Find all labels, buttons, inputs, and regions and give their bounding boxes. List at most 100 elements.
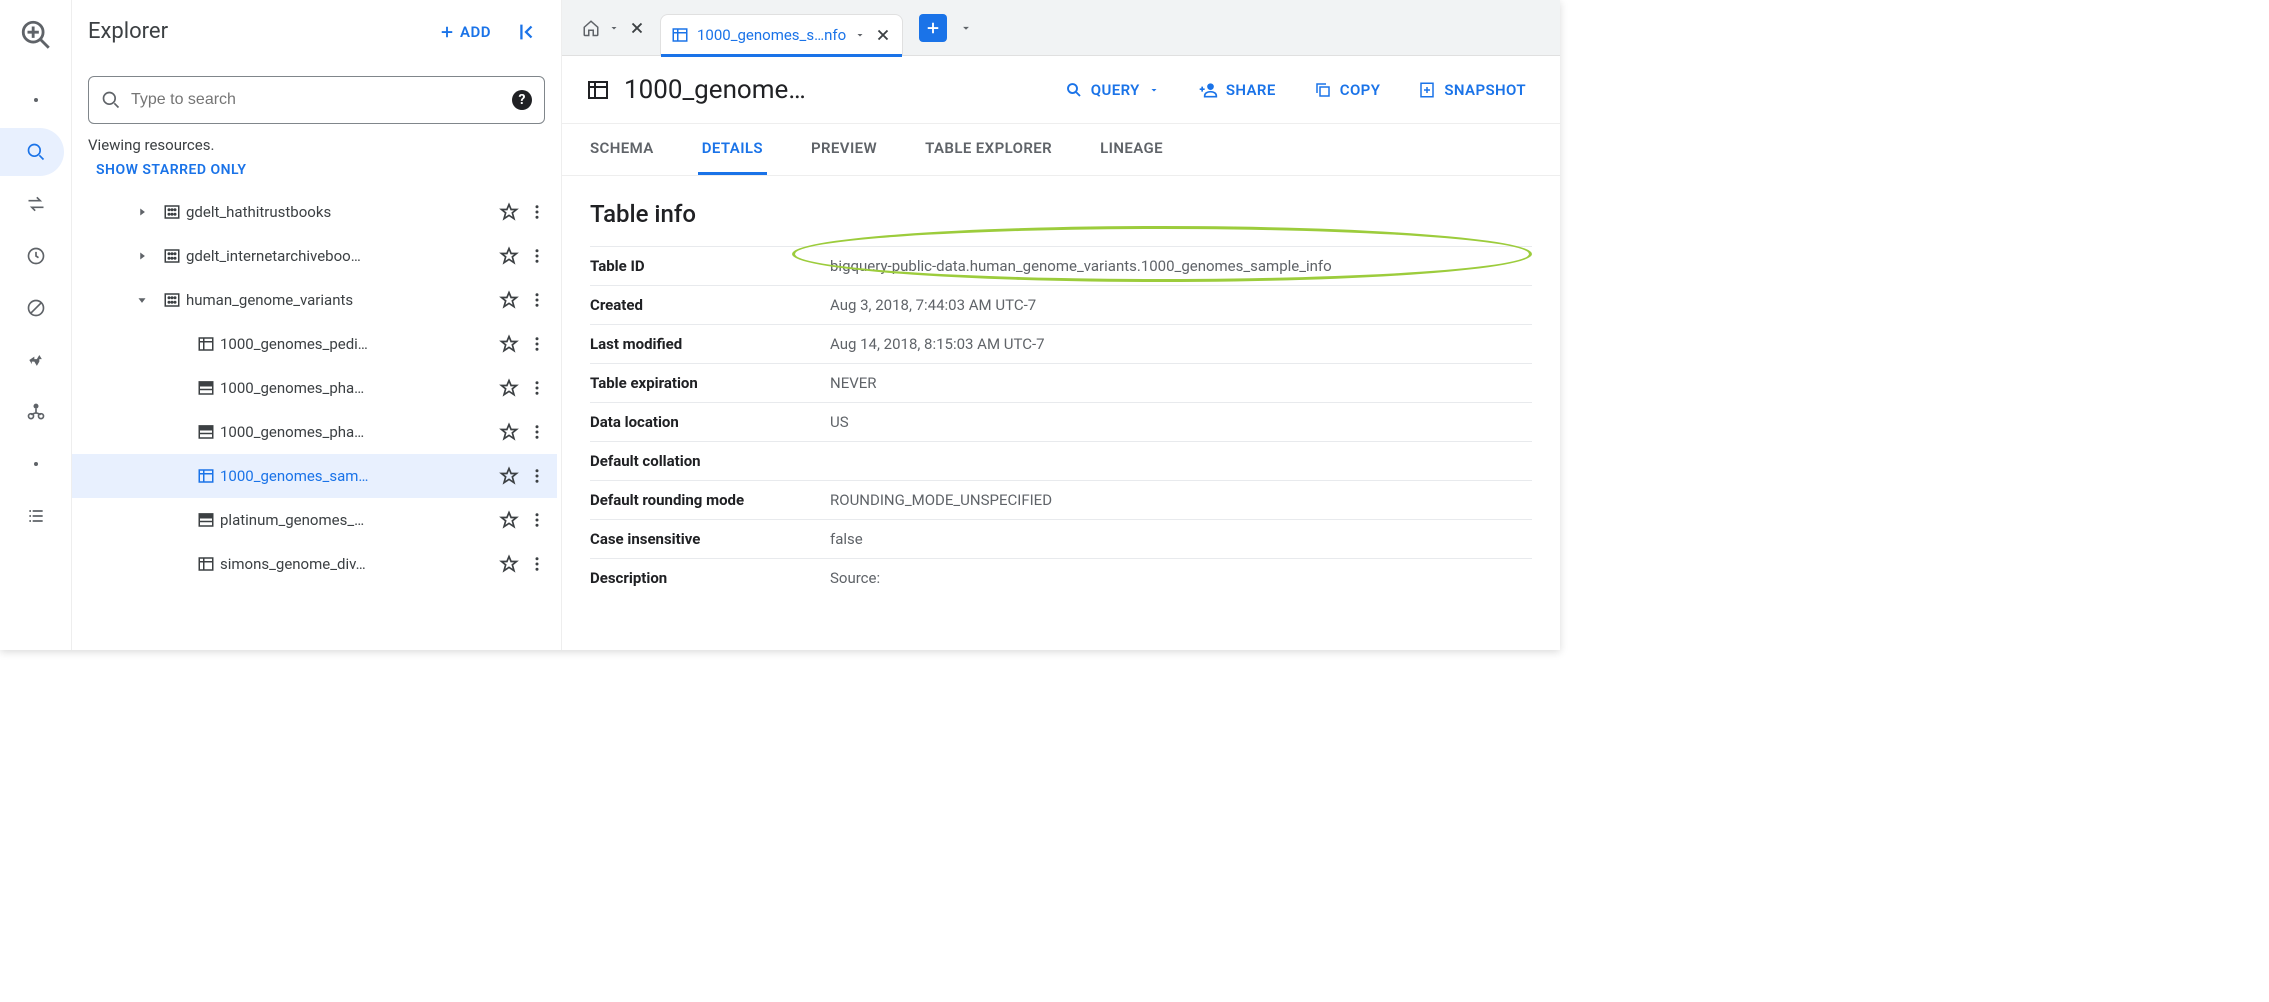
- view-icon: [192, 423, 220, 441]
- table-icon: [192, 555, 220, 573]
- dataset-icon: [158, 203, 186, 221]
- snapshot-icon: [1418, 81, 1436, 99]
- expand-toggle[interactable]: [126, 293, 158, 307]
- close-icon[interactable]: [874, 26, 892, 44]
- nav-rail: [0, 0, 72, 650]
- section-title: Table info: [590, 200, 1532, 228]
- tree-row-label: human_genome_variants: [186, 291, 493, 309]
- tree-row-label: 1000_genomes_sam…: [220, 467, 493, 485]
- collapse-left-icon: [515, 21, 537, 43]
- copy-button-label: COPY: [1340, 81, 1381, 99]
- tree-row[interactable]: simons_genome_div…: [72, 542, 557, 586]
- query-button[interactable]: QUERY: [1055, 73, 1170, 107]
- star-button[interactable]: [493, 554, 525, 574]
- caret-down-icon[interactable]: [854, 29, 866, 41]
- tree-row[interactable]: 1000_genomes_pha…: [72, 410, 557, 454]
- share-button-label: SHARE: [1226, 81, 1276, 99]
- tree-row[interactable]: gdelt_internetarchiveboo…: [72, 234, 557, 278]
- explorer-header: Explorer ADD: [72, 0, 561, 64]
- query-button-label: QUERY: [1091, 81, 1140, 99]
- more-button[interactable]: [525, 555, 549, 573]
- page-title-text: 1000_genome…: [624, 75, 806, 105]
- star-button[interactable]: [493, 466, 525, 486]
- more-button[interactable]: [525, 467, 549, 485]
- tree-row[interactable]: 1000_genomes_pha…: [72, 366, 557, 410]
- expand-toggle[interactable]: [126, 249, 158, 263]
- new-tab-button[interactable]: [919, 14, 947, 42]
- main-panel: 1000_genomes_s…nfo 1000_genome… QUERY SH…: [562, 0, 1560, 650]
- info-value: US: [830, 403, 1532, 442]
- more-button[interactable]: [525, 511, 549, 529]
- info-value: Aug 14, 2018, 8:15:03 AM UTC-7: [830, 325, 1532, 364]
- bigquery-logo-icon: [19, 18, 53, 52]
- star-button[interactable]: [493, 378, 525, 398]
- subtab-preview[interactable]: PREVIEW: [807, 124, 881, 175]
- rail-item-bi[interactable]: [0, 492, 64, 540]
- close-icon[interactable]: [628, 19, 646, 37]
- page-title: 1000_genome…: [586, 75, 806, 105]
- copy-button[interactable]: COPY: [1304, 73, 1391, 107]
- snapshot-button[interactable]: SNAPSHOT: [1408, 73, 1536, 107]
- rail-item-scheduled[interactable]: [0, 232, 64, 280]
- plus-icon: [924, 19, 942, 37]
- search-box[interactable]: ?: [88, 76, 545, 124]
- star-button[interactable]: [493, 202, 525, 222]
- collapse-panel-button[interactable]: [507, 13, 545, 51]
- dataset-icon: [158, 291, 186, 309]
- info-value: Source:: [830, 559, 1532, 598]
- star-button[interactable]: [493, 290, 525, 310]
- tree-row[interactable]: 1000_genomes_sam…: [72, 454, 557, 498]
- rail-item-dot-2[interactable]: [0, 440, 64, 488]
- tree-row[interactable]: gdelt_hathitrustbooks: [72, 190, 557, 234]
- info-key: Default rounding mode: [590, 481, 830, 520]
- analytics-icon: [26, 298, 46, 318]
- subtab-schema[interactable]: SCHEMA: [586, 124, 658, 175]
- info-key: Description: [590, 559, 830, 598]
- rail-item-transfers[interactable]: [0, 180, 64, 228]
- subtab-details[interactable]: DETAILS: [698, 124, 767, 175]
- tree-row[interactable]: platinum_genomes_…: [72, 498, 557, 542]
- tab-pinned-home[interactable]: [574, 0, 654, 55]
- info-value: false: [830, 520, 1532, 559]
- tree-row-label: 1000_genomes_pedi…: [220, 335, 493, 353]
- add-button[interactable]: ADD: [430, 15, 499, 49]
- more-button[interactable]: [525, 423, 549, 441]
- show-starred-link[interactable]: SHOW STARRED ONLY: [72, 154, 561, 190]
- subtab-table-explorer[interactable]: TABLE EXPLORER: [921, 124, 1056, 175]
- star-button[interactable]: [493, 510, 525, 530]
- more-button[interactable]: [525, 247, 549, 265]
- subtab-lineage[interactable]: LINEAGE: [1096, 124, 1167, 175]
- search-help-icon[interactable]: ?: [512, 90, 532, 110]
- search-icon: [101, 90, 121, 110]
- share-button[interactable]: SHARE: [1188, 72, 1286, 108]
- info-row: Last modifiedAug 14, 2018, 8:15:03 AM UT…: [590, 325, 1532, 364]
- tree-row[interactable]: 1000_genomes_pedi…: [72, 322, 557, 366]
- search-icon: [1065, 81, 1083, 99]
- snapshot-button-label: SNAPSHOT: [1444, 81, 1526, 99]
- info-value: [830, 442, 1532, 481]
- rail-item-analytics[interactable]: [0, 284, 64, 332]
- tree-row[interactable]: human_genome_variants: [72, 278, 557, 322]
- more-button[interactable]: [525, 379, 549, 397]
- rail-item-dot-1[interactable]: [0, 76, 64, 124]
- info-row: Default collation: [590, 442, 1532, 481]
- tab-active[interactable]: 1000_genomes_s…nfo: [660, 14, 903, 56]
- info-row: Default rounding modeROUNDING_MODE_UNSPE…: [590, 481, 1532, 520]
- transfers-icon: [26, 194, 46, 214]
- info-key: Created: [590, 286, 830, 325]
- more-button[interactable]: [525, 335, 549, 353]
- star-button[interactable]: [493, 422, 525, 442]
- search-input[interactable]: [131, 91, 502, 109]
- rail-item-capacity[interactable]: [0, 388, 64, 436]
- star-button[interactable]: [493, 246, 525, 266]
- dataset-icon: [158, 247, 186, 265]
- tree-row-label: 1000_genomes_pha…: [220, 379, 493, 397]
- rail-item-migration[interactable]: [0, 336, 64, 384]
- info-value: Aug 3, 2018, 7:44:03 AM UTC-7: [830, 286, 1532, 325]
- expand-toggle[interactable]: [126, 205, 158, 219]
- star-button[interactable]: [493, 334, 525, 354]
- more-button[interactable]: [525, 203, 549, 221]
- rail-item-search[interactable]: [0, 128, 64, 176]
- more-button[interactable]: [525, 291, 549, 309]
- tab-overflow-button[interactable]: [953, 21, 979, 35]
